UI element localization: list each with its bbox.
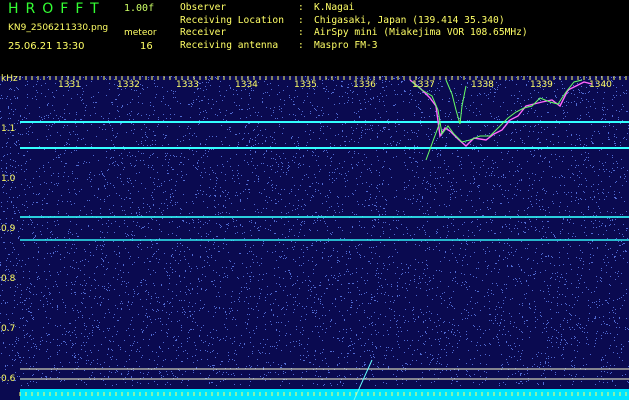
plot-background: [0, 76, 629, 400]
y-tick-label: 0.6: [1, 374, 16, 384]
y-unit-label: kHz: [1, 74, 18, 84]
station-info: Observer: K.Nagai Receiving Location: Ch…: [180, 2, 528, 52]
x-tick-label: 1336: [353, 80, 376, 90]
filename-label: KN9_2506211330.png: [8, 23, 109, 33]
y-tick-label: 1.1: [1, 124, 16, 134]
info-key: Receiving Location: [180, 14, 284, 26]
info-row-receiver: Receiver: AirSpy mini (Miakejima VOR 108…: [180, 27, 528, 38]
baseline-band: [20, 389, 629, 400]
spectrogram-plot: [0, 76, 629, 400]
x-tick-label: 1333: [176, 80, 199, 90]
info-row-observer: Observer: K.Nagai: [180, 2, 355, 13]
header-panel: HROFFT 1.00f KN9_2506211330.png 25.06.21…: [0, 0, 629, 76]
info-value: Maspro FM-3: [314, 39, 378, 51]
y-tick-label: 0.9: [1, 224, 16, 234]
meteor-label: meteor: [124, 28, 157, 38]
info-key: Receiving antenna: [180, 39, 279, 51]
y-tick-label: 0.7: [1, 324, 16, 334]
x-tick-label: 1338: [471, 80, 494, 90]
app-title: HROFFT: [8, 1, 106, 17]
x-tick-label: 1337: [412, 80, 435, 90]
x-tick-label: 1335: [294, 80, 317, 90]
y-tick-label: 1.0: [1, 174, 16, 184]
info-value: AirSpy mini (Miakejima VOR 108.65MHz): [314, 27, 528, 38]
x-tick-label: 1340: [589, 80, 612, 90]
info-value: K.Nagai: [314, 2, 355, 13]
x-tick-label: 1332: [117, 80, 140, 90]
info-key: Receiver: [180, 27, 227, 38]
x-tick-label: 1331: [58, 80, 81, 90]
x-tick-label: 1334: [235, 80, 258, 90]
y-tick-label: 0.8: [1, 274, 16, 284]
info-value: Chigasaki, Japan (139.414 35.340): [314, 14, 505, 26]
version-label: 1.00f: [124, 3, 155, 14]
meteor-count: 16: [140, 41, 153, 52]
timestamp-label: 25.06.21 13:30: [8, 41, 85, 52]
x-tick-label: 1339: [530, 80, 553, 90]
info-row-antenna: Receiving antenna: Maspro FM-3: [180, 39, 378, 51]
info-row-location: Receiving Location: Chigasaki, Japan (13…: [180, 14, 505, 26]
info-key: Observer: [180, 2, 227, 13]
